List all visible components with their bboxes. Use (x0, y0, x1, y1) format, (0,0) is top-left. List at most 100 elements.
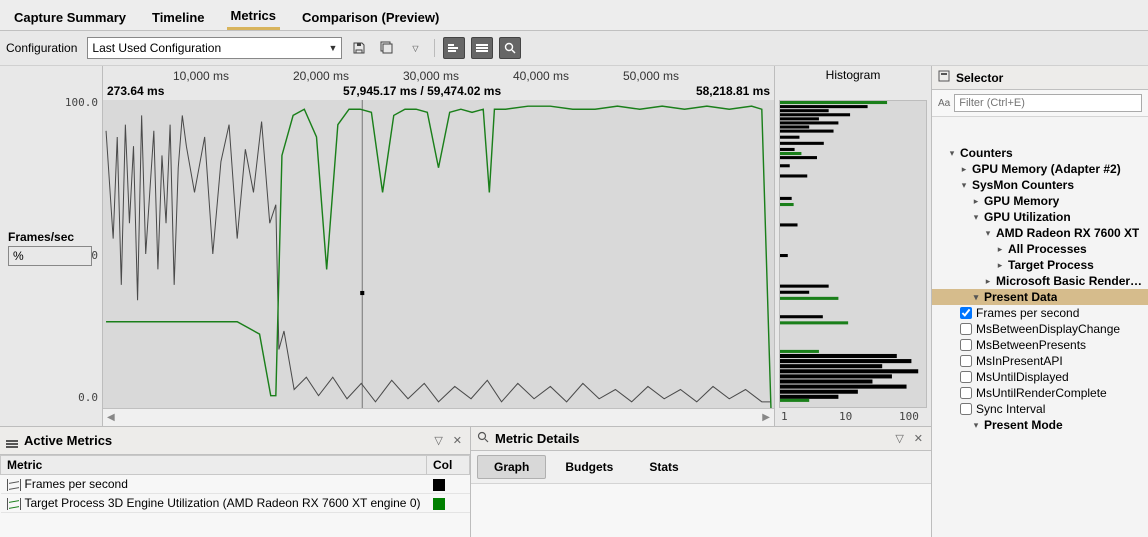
checkbox[interactable] (960, 307, 972, 319)
tree-item-ms-in-present-api[interactable]: MsInPresentAPI (932, 353, 1148, 369)
caret-right-icon: ▸ (960, 164, 968, 175)
scroll-left-icon[interactable]: ◀ (105, 412, 117, 423)
histogram-x-axis: 1 10 100 (779, 410, 927, 424)
y-axis-zone: 100.0 50.0 0.0 Frames/sec % (0, 66, 102, 426)
view-chart-icon[interactable] (443, 37, 465, 59)
y-tick: 0.0 (78, 391, 98, 404)
caret-down-icon: ▾ (960, 180, 968, 191)
tree-item-gpu-memory[interactable]: ▸GPU Memory (932, 193, 1148, 209)
panel-menu-icon[interactable]: ▽ (893, 432, 905, 445)
selector-tree: ▾Counters ▸GPU Memory (Adapter #2) ▾SysM… (932, 117, 1148, 537)
tab-timeline[interactable]: Timeline (148, 6, 209, 29)
tree-item-counters[interactable]: ▾Counters (932, 145, 1148, 161)
scroll-right-icon[interactable]: ▶ (760, 412, 772, 423)
caret-down-icon: ▾ (972, 420, 980, 431)
x-tick: 10,000 ms (173, 69, 229, 83)
panel-menu-icon[interactable]: ▽ (432, 434, 444, 447)
dropdown-icon[interactable]: ▽ (404, 37, 426, 59)
view-list-icon[interactable] (471, 37, 493, 59)
panel-close-icon[interactable]: ✕ (451, 434, 464, 447)
histogram-canvas[interactable] (779, 100, 927, 408)
tab-comparison[interactable]: Comparison (Preview) (298, 6, 443, 29)
panel-close-icon[interactable]: ✕ (912, 432, 925, 445)
chart-area: 100.0 50.0 0.0 Frames/sec % 10,000 ms 20… (0, 66, 931, 426)
x-axis-ticks: 10,000 ms 20,000 ms 30,000 ms 40,000 ms … (103, 69, 774, 83)
x-tick: 50,000 ms (623, 69, 679, 83)
metric-label: Target Process 3D Engine Utilization (AM… (25, 496, 421, 510)
stamp-right: 58,218.81 ms (696, 84, 770, 98)
active-metrics-table: Metric Col Frames per second Target Proc… (0, 455, 470, 513)
separator (434, 39, 435, 57)
filter-input[interactable] (954, 94, 1142, 112)
tree-item-present-mode[interactable]: ▾Present Mode (932, 417, 1148, 433)
caret-right-icon: ▸ (984, 276, 992, 287)
sub-tab-graph[interactable]: Graph (477, 455, 546, 479)
frames-value: % (8, 246, 92, 266)
frames-label: Frames/sec (8, 228, 92, 246)
save-all-icon[interactable] (376, 37, 398, 59)
plot-zone[interactable]: 10,000 ms 20,000 ms 30,000 ms 40,000 ms … (102, 66, 775, 426)
top-tabs: Capture Summary Timeline Metrics Compari… (0, 0, 1148, 31)
config-selected-text: Last Used Configuration (92, 41, 221, 55)
checkbox[interactable] (960, 323, 972, 335)
caret-down-icon: ▾ (972, 292, 980, 303)
caret-down-icon: ▾ (984, 228, 992, 239)
stamp-left: 273.64 ms (107, 84, 164, 98)
sub-tab-stats[interactable]: Stats (632, 455, 695, 479)
color-swatch (433, 479, 445, 491)
x-tick: 40,000 ms (513, 69, 569, 83)
tree-item-gpu-utilization[interactable]: ▾GPU Utilization (932, 209, 1148, 225)
histogram-zone: Histogram (775, 66, 931, 426)
series-icon (7, 479, 21, 491)
stamp-cursor: 57,945.17 ms / 59,474.02 ms (343, 84, 501, 98)
sub-tab-budgets[interactable]: Budgets (548, 455, 630, 479)
panel-title: Metric Details (495, 431, 580, 446)
x-tick: 20,000 ms (293, 69, 349, 83)
selector-icon (938, 70, 950, 85)
tree-item-all-processes[interactable]: ▸All Processes (932, 241, 1148, 257)
tree-item-sysmon[interactable]: ▾SysMon Counters (932, 177, 1148, 193)
checkbox[interactable] (960, 339, 972, 351)
caret-down-icon: ▾ (972, 212, 980, 223)
tree-item-sync-interval[interactable]: Sync Interval (932, 401, 1148, 417)
h-scrollbar[interactable]: ◀ ▶ (103, 408, 774, 426)
checkbox[interactable] (960, 371, 972, 383)
tree-item-fps[interactable]: Frames per second (932, 305, 1148, 321)
tree-item-ms-until-displayed[interactable]: MsUntilDisplayed (932, 369, 1148, 385)
histogram-title: Histogram (775, 66, 931, 84)
tree-item-amd-radeon[interactable]: ▾AMD Radeon RX 7600 XT (932, 225, 1148, 241)
tree-item-gpu-memory-adapter[interactable]: ▸GPU Memory (Adapter #2) (932, 161, 1148, 177)
tree-item-ms-between-presents[interactable]: MsBetweenPresents (932, 337, 1148, 353)
col-metric[interactable]: Metric (1, 456, 427, 475)
hist-tick: 1 (781, 410, 788, 423)
caret-down-icon: ▾ (948, 148, 956, 159)
checkbox[interactable] (960, 355, 972, 367)
time-stamps: 273.64 ms 57,945.17 ms / 59,474.02 ms 58… (103, 84, 774, 98)
checkbox[interactable] (960, 387, 972, 399)
tab-metrics[interactable]: Metrics (227, 4, 281, 30)
table-row[interactable]: Target Process 3D Engine Utilization (AM… (1, 494, 470, 513)
caret-right-icon: ▸ (996, 244, 1004, 255)
table-row[interactable]: Frames per second (1, 475, 470, 494)
hist-tick: 10 (839, 410, 852, 423)
tree-item-present-data[interactable]: ▾Present Data (932, 289, 1148, 305)
tree-item-ms-basic-render[interactable]: ▸Microsoft Basic Render Driver (932, 273, 1148, 289)
panel-title: Active Metrics (24, 433, 112, 448)
hist-tick: 100 (899, 410, 919, 423)
plot-canvas[interactable] (103, 100, 774, 408)
tab-capture-summary[interactable]: Capture Summary (10, 6, 130, 29)
tree-item-ms-until-render[interactable]: MsUntilRenderComplete (932, 385, 1148, 401)
caret-right-icon: ▸ (972, 196, 980, 207)
save-icon[interactable] (348, 37, 370, 59)
tree-item-ms-between-display[interactable]: MsBetweenDisplayChange (932, 321, 1148, 337)
search-icon (477, 431, 489, 446)
checkbox[interactable] (960, 403, 972, 415)
tree-item-target-process[interactable]: ▸Target Process (932, 257, 1148, 273)
active-metrics-panel: Active Metrics ▽ ✕ Metric Col Frame (0, 427, 471, 537)
x-tick: 30,000 ms (403, 69, 459, 83)
col-color[interactable]: Col (427, 456, 470, 475)
search-icon[interactable] (499, 37, 521, 59)
metric-label: Frames per second (25, 477, 128, 491)
match-case-icon[interactable]: Aa (938, 98, 950, 109)
config-select[interactable]: Last Used Configuration ▼ (87, 37, 342, 59)
